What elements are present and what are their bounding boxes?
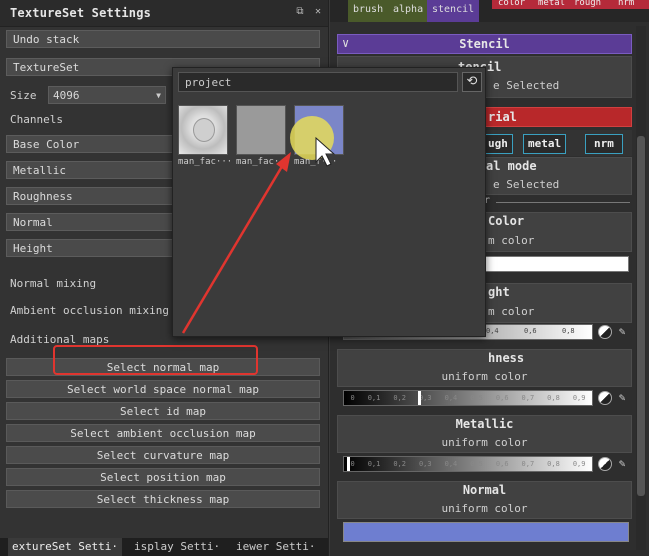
annotation-arrowhead xyxy=(276,152,291,172)
annotation-arrow-line xyxy=(181,162,286,334)
cursor-icon xyxy=(315,136,336,167)
annotation-overlay xyxy=(181,136,336,334)
